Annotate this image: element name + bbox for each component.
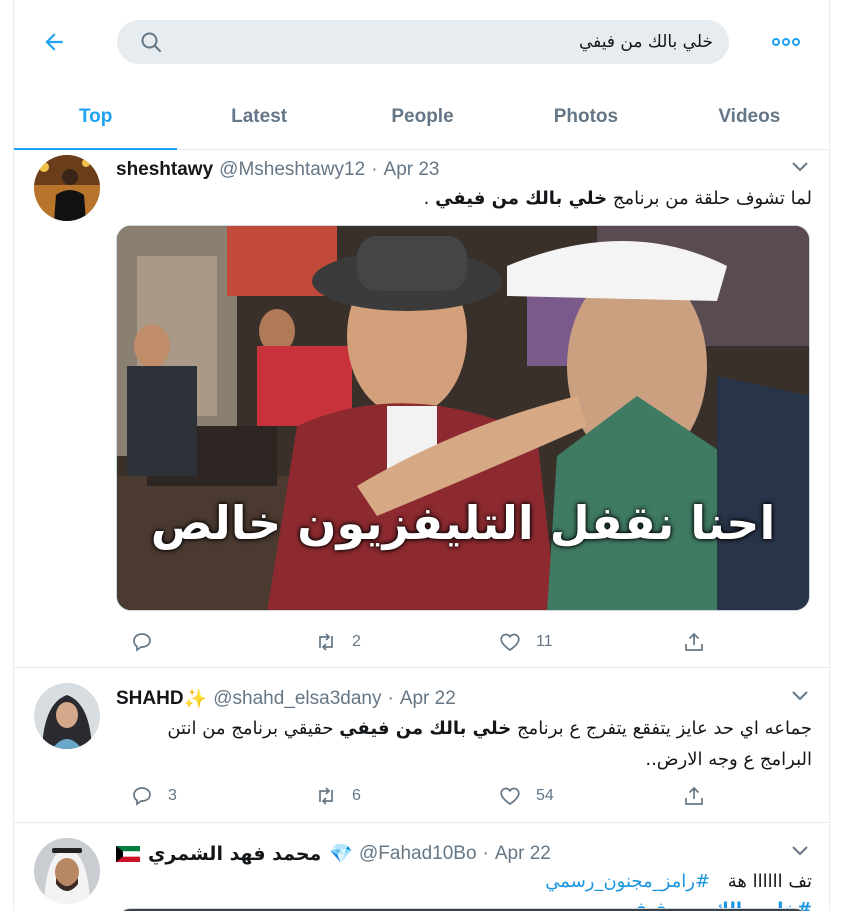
tweet-text-part: تف اااااا هة [727,871,812,892]
back-button[interactable] [38,26,70,58]
retweet-button[interactable]: 2 [314,628,361,656]
author-name[interactable]: SHAHD [116,688,184,710]
search-tabs: Top Latest People Photos Videos [14,84,829,150]
author-name[interactable]: محمد فهد الشمري [148,843,321,865]
chevron-down-icon[interactable] [790,159,810,175]
sparkles-emoji: ✨ [183,689,208,710]
tweet-image[interactable]: احنا نقفل التليفزيون خالص [116,225,810,611]
tweet-header: SHAHD ✨ @shahd_elsa3dany · Apr 22 [116,687,456,711]
tab-videos[interactable]: Videos [668,84,829,150]
hashtag-link[interactable]: #رامز_مجنون_رسمي [545,871,710,892]
share-icon [685,786,703,805]
separator-dot: · [371,159,378,180]
like-count: 11 [536,633,553,650]
author-name[interactable]: sheshtawy [116,159,213,181]
tweet[interactable]: sheshtawy @Msheshtawy12 · Apr 23 لما تشو… [14,151,829,668]
image-caption: احنا نقفل التليفزيون خالص [150,496,776,550]
author-handle[interactable]: @shahd_elsa3dany [213,688,381,710]
tweet-text-part: جماعه اي حد عايز يتفقع يتفرج ع برنامج [511,718,812,739]
tab-latest[interactable]: Latest [177,84,340,150]
more-options-button[interactable] [766,28,806,56]
arrow-left-icon [45,33,63,51]
separator-dot: · [482,843,489,864]
reply-count: 3 [168,787,177,804]
tweet-date[interactable]: Apr 22 [495,843,551,865]
tweet-actions: 2 11 [116,628,716,656]
heart-icon [500,633,520,652]
tweet-header: sheshtawy @Msheshtawy12 · Apr 23 [116,158,440,182]
share-button[interactable] [682,628,706,656]
retweet-count: 2 [352,633,361,650]
more-dots-icon [772,38,800,46]
reply-button[interactable]: 3 [130,782,177,810]
tweet-bold-keyword: خلي بالك من فيفي [435,188,608,209]
avatar-photo [34,155,100,221]
tweet[interactable]: SHAHD ✨ @shahd_elsa3dany · Apr 22 جماعه … [14,669,829,823]
kuwait-flag-icon [116,846,140,862]
avatar[interactable] [34,683,100,749]
tweet-photo [117,226,809,610]
separator-dot: · [387,688,394,709]
diamond-emoji: 💎 [329,844,353,865]
avatar-photo [34,838,100,904]
tweet-bold-keyword: خلي بالك من فيفي [339,718,512,739]
search-header: Top Latest People Photos Videos [14,0,829,150]
reply-button[interactable] [130,628,168,656]
like-button[interactable]: 11 [498,628,553,656]
tweet-text-part: . [423,188,436,209]
tab-photos[interactable]: Photos [504,84,667,150]
author-handle[interactable]: @Fahad10Bo [359,843,477,865]
search-results-page: Top Latest People Photos Videos sheshtaw… [13,0,830,911]
retweet-icon [319,633,333,651]
avatar-photo [34,683,100,749]
reply-icon [133,633,151,652]
tweet[interactable]: محمد فهد الشمري 💎 @Fahad10Bo · Apr 22 تف… [14,824,829,911]
tweet-date[interactable]: Apr 23 [384,159,440,181]
chevron-down-icon[interactable] [790,843,810,859]
tweet-text: لما تشوف حلقة من برنامج خلي بالك من فيفي… [116,183,812,214]
like-count: 54 [536,787,554,804]
retweet-icon [319,787,333,805]
reply-icon [133,787,151,806]
tab-people[interactable]: People [341,84,504,150]
heart-icon [500,787,520,806]
retweet-button[interactable]: 6 [314,782,361,810]
tab-top[interactable]: Top [14,84,178,150]
search-input[interactable] [177,20,713,64]
avatar[interactable] [34,838,100,904]
tweet-text: جماعه اي حد عايز يتفقع يتفرج ع برنامج خل… [116,713,812,775]
tweet-date[interactable]: Apr 22 [400,688,456,710]
share-button[interactable] [682,782,706,810]
search-icon [141,32,161,52]
author-handle[interactable]: @Msheshtawy12 [219,159,365,181]
like-button[interactable]: 54 [498,782,554,810]
avatar[interactable] [34,155,100,221]
tweet-actions: 3 6 54 [116,782,716,810]
tweet-text-part: لما تشوف حلقة من برنامج [607,188,812,209]
retweet-count: 6 [352,787,361,804]
share-icon [685,632,703,651]
tweet-header: محمد فهد الشمري 💎 @Fahad10Bo · Apr 22 [116,842,551,866]
search-bar[interactable] [117,20,729,64]
chevron-down-icon[interactable] [790,688,810,704]
tweet-text: تف اااااا هة #رامز_مجنون_رسمي #خلي_بالك_… [116,868,812,911]
